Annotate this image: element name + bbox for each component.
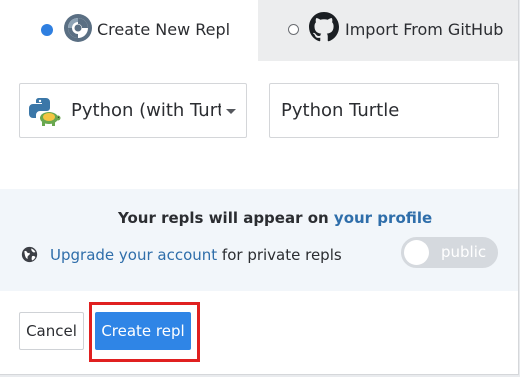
repls-location-notice: Your repls will appear on your profile	[118, 209, 432, 227]
toggle-label: public	[441, 243, 487, 261]
repl-name-input[interactable]	[269, 83, 499, 138]
globe-icon	[21, 246, 38, 263]
repls-location-text: Your repls will appear on	[118, 209, 334, 227]
your-profile-link[interactable]: your profile	[334, 209, 432, 227]
python-turtle-icon	[29, 97, 61, 126]
replit-logo-icon	[64, 14, 92, 42]
tab-create-new-repl[interactable]: Create New Repl	[0, 0, 258, 61]
language-select[interactable]: Python (with Turt	[19, 83, 247, 138]
tab-create-label: Create New Repl	[97, 20, 231, 39]
tab-import-from-github[interactable]: Import From GitHub	[258, 0, 518, 61]
cancel-button[interactable]: Cancel	[19, 312, 84, 350]
toggle-knob	[404, 240, 429, 265]
repl-source-tabs: Create New Repl Import From GitHub	[0, 0, 518, 61]
upgrade-account-link[interactable]: Upgrade your account	[50, 246, 217, 264]
radio-selected-icon	[41, 24, 53, 36]
privacy-toggle[interactable]: public	[401, 237, 498, 268]
private-repls-text: for private repls	[217, 246, 342, 264]
private-repls-notice: Upgrade your account for private repls	[50, 246, 342, 264]
info-panel: Your repls will appear on your profile U…	[0, 189, 518, 291]
chevron-down-icon	[226, 109, 236, 114]
tab-import-label: Import From GitHub	[345, 20, 504, 39]
github-icon	[309, 12, 339, 42]
radio-unselected-icon	[288, 24, 299, 35]
new-repl-modal: Create New Repl Import From GitHub Pytho…	[0, 0, 519, 375]
language-select-value: Python (with Turt	[71, 100, 221, 121]
create-repl-button[interactable]: Create repl	[95, 312, 191, 350]
